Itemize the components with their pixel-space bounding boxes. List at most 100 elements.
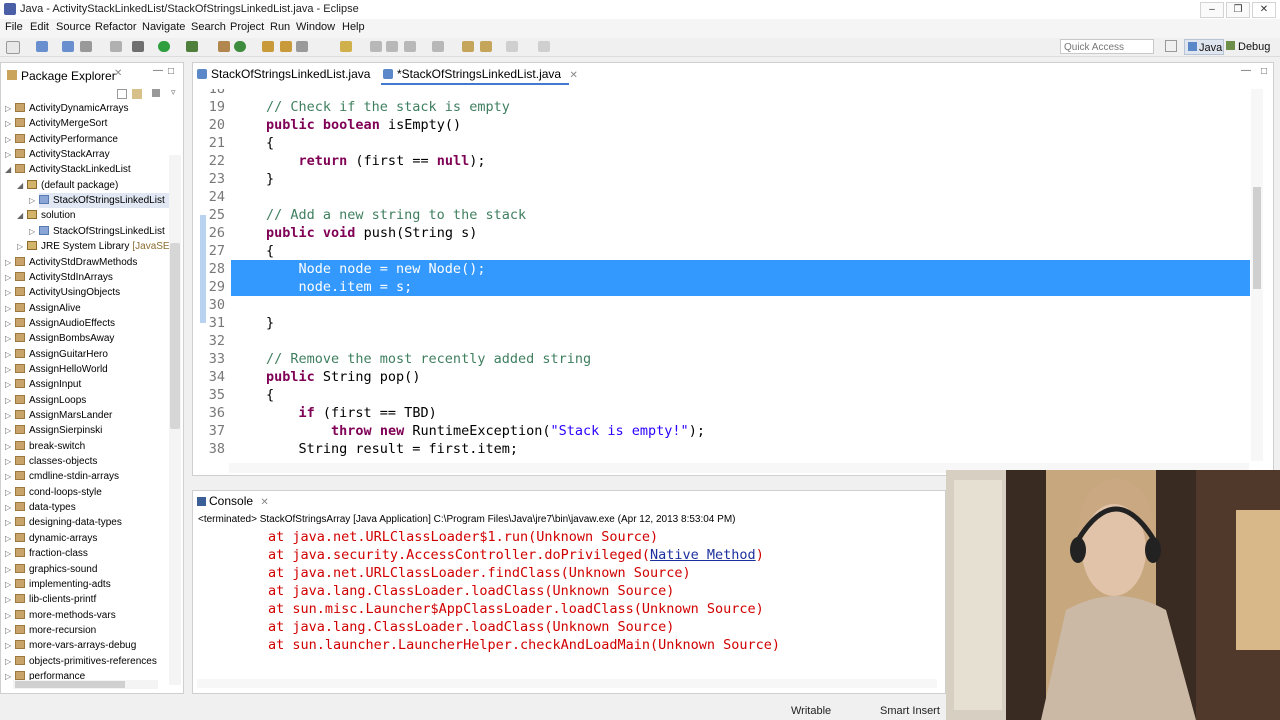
tree-item[interactable]: designing-data-types <box>15 515 169 530</box>
tree-item[interactable]: AssignInput <box>15 377 169 392</box>
tree-item[interactable]: solution <box>27 208 169 223</box>
tree-item[interactable]: ActivityStdDrawMethods <box>15 255 169 270</box>
tree-item[interactable]: more-methods-vars <box>15 608 169 623</box>
tree-item[interactable]: AssignGuitarHero <box>15 347 169 362</box>
tree-item[interactable]: ActivityStackArray <box>15 147 169 162</box>
expand-arrow-icon[interactable]: ▷ <box>5 147 11 162</box>
external-tools-icon[interactable] <box>186 41 198 52</box>
expand-arrow-icon[interactable]: ▷ <box>5 515 11 530</box>
tree-item[interactable]: cmdline-stdin-arrays <box>15 469 169 484</box>
tree-item[interactable]: data-types <box>15 500 169 515</box>
tree-item[interactable]: (default package) <box>27 178 169 193</box>
expand-arrow-icon[interactable]: ▷ <box>5 469 11 484</box>
expand-arrow-icon[interactable]: ▷ <box>5 347 11 362</box>
menu-run[interactable]: Run <box>270 21 290 33</box>
back-icon[interactable] <box>462 41 474 52</box>
menu-edit[interactable]: Edit <box>30 21 49 33</box>
expand-arrow-icon[interactable]: ▷ <box>5 423 11 438</box>
maximize-view-icon[interactable]: □ <box>168 66 174 77</box>
expand-arrow-icon[interactable]: ▷ <box>5 393 11 408</box>
next-annotation-icon[interactable] <box>404 41 416 52</box>
collapse-all-icon[interactable] <box>117 89 127 99</box>
expand-arrow-icon[interactable]: ▷ <box>5 270 11 285</box>
collapse-arrow-icon[interactable]: ◢ <box>5 162 11 177</box>
expand-arrow-icon[interactable]: ▷ <box>5 546 11 561</box>
package-explorer-vscroll-thumb[interactable] <box>170 243 180 429</box>
tree-item[interactable]: ActivityDynamicArrays <box>15 101 169 116</box>
expand-arrow-icon[interactable]: ▷ <box>5 485 11 500</box>
collapse-arrow-icon[interactable]: ◢ <box>17 208 23 223</box>
close-view-icon[interactable]: ✕ <box>114 68 122 79</box>
expand-arrow-icon[interactable]: ▷ <box>5 101 11 116</box>
open-task-icon[interactable] <box>280 41 292 52</box>
tree-item[interactable]: more-vars-arrays-debug <box>15 638 169 653</box>
toggle-mark-icon[interactable] <box>370 41 382 52</box>
tree-item[interactable]: AssignAlive <box>15 301 169 316</box>
code-area[interactable]: 18 19 // Check if the stack is empty 20 publ… <box>193 89 1273 461</box>
expand-arrow-icon[interactable]: ▷ <box>5 623 11 638</box>
expand-arrow-icon[interactable]: ▷ <box>5 362 11 377</box>
expand-arrow-icon[interactable]: ▷ <box>5 592 11 607</box>
new-class-icon[interactable] <box>234 41 246 52</box>
print-icon[interactable] <box>80 41 92 52</box>
expand-arrow-icon[interactable]: ▷ <box>5 439 11 454</box>
expand-arrow-icon[interactable]: ▷ <box>17 239 23 254</box>
view-menu-icon[interactable] <box>152 89 160 97</box>
editor-vscroll-thumb[interactable] <box>1253 187 1261 289</box>
tree-item[interactable]: break-switch <box>15 439 169 454</box>
new-java-project-icon[interactable] <box>218 41 230 52</box>
tree-item[interactable]: more-recursion <box>15 623 169 638</box>
tab-stackofstringslinkedlist[interactable]: StackOfStringsLinkedList.java <box>195 63 375 85</box>
close-button[interactable]: ✕ <box>1252 2 1276 18</box>
debug-icon[interactable] <box>132 41 144 52</box>
tree-item[interactable]: AssignLoops <box>15 393 169 408</box>
menu-project[interactable]: Project <box>230 21 264 33</box>
tree-item[interactable]: cond-loops-style <box>15 485 169 500</box>
expand-arrow-icon[interactable]: ▷ <box>5 285 11 300</box>
menu-file[interactable]: File <box>5 21 23 33</box>
expand-arrow-icon[interactable]: ▷ <box>5 531 11 546</box>
close-tab-icon[interactable]: ✕ <box>569 70 577 81</box>
expand-arrow-icon[interactable]: ▷ <box>5 377 11 392</box>
tree-item[interactable]: ActivityPerformance <box>15 132 169 147</box>
expand-arrow-icon[interactable]: ▷ <box>5 669 11 684</box>
native-method-link[interactable]: Native Method <box>650 547 756 563</box>
tree-item[interactable]: classes-objects <box>15 454 169 469</box>
annotation-icon[interactable] <box>340 41 352 52</box>
tree-item[interactable]: lib-clients-printf <box>15 592 169 607</box>
tree-item[interactable]: AssignAudioEffects <box>15 316 169 331</box>
menu-search[interactable]: Search <box>191 21 226 33</box>
expand-arrow-icon[interactable]: ▷ <box>5 255 11 270</box>
menu-source[interactable]: Source <box>56 21 91 33</box>
new-icon[interactable] <box>6 41 20 54</box>
tree-item[interactable]: StackOfStringsLinkedList <box>39 224 169 239</box>
tree-item[interactable]: ActivityStackLinkedList <box>15 162 169 177</box>
quick-access-input[interactable]: Quick Access <box>1060 39 1154 54</box>
minimize-editor-icon[interactable]: — <box>1241 65 1251 76</box>
tree-item[interactable]: implementing-adts <box>15 577 169 592</box>
view-menu-chevron-icon[interactable]: ▿ <box>171 87 176 98</box>
console-tab[interactable]: Console ✕ <box>197 494 269 508</box>
tab-stackofstringslinkedlist-dirty[interactable]: *StackOfStringsLinkedList.java ✕ <box>381 63 578 85</box>
package-explorer-hscroll-thumb[interactable] <box>15 681 125 688</box>
pin-editor-icon[interactable] <box>538 41 550 52</box>
tree-item[interactable]: StackOfStringsLinkedList <box>39 193 169 209</box>
expand-arrow-icon[interactable]: ▷ <box>29 224 35 239</box>
save-icon[interactable] <box>36 41 48 52</box>
tree-item[interactable]: AssignSierpinski <box>15 423 169 438</box>
tree-item[interactable]: ActivityMergeSort <box>15 116 169 131</box>
minimize-button[interactable]: – <box>1200 2 1224 18</box>
menu-help[interactable]: Help <box>342 21 365 33</box>
expand-arrow-icon[interactable]: ▷ <box>5 638 11 653</box>
open-type-icon[interactable] <box>262 41 274 52</box>
close-console-icon[interactable]: ✕ <box>260 497 268 508</box>
tree-item[interactable]: AssignMarsLander <box>15 408 169 423</box>
skip-breakpoints-icon[interactable] <box>110 41 122 52</box>
tree-item[interactable]: JRE System Library [JavaSE <box>27 239 169 254</box>
perspective-debug-button[interactable]: Debug <box>1226 39 1276 55</box>
expand-arrow-icon[interactable]: ▷ <box>5 608 11 623</box>
last-edit-icon[interactable] <box>506 41 518 52</box>
open-perspective-icon[interactable] <box>1165 40 1177 52</box>
maximize-button[interactable]: ❐ <box>1226 2 1250 18</box>
save-all-icon[interactable] <box>62 41 74 52</box>
